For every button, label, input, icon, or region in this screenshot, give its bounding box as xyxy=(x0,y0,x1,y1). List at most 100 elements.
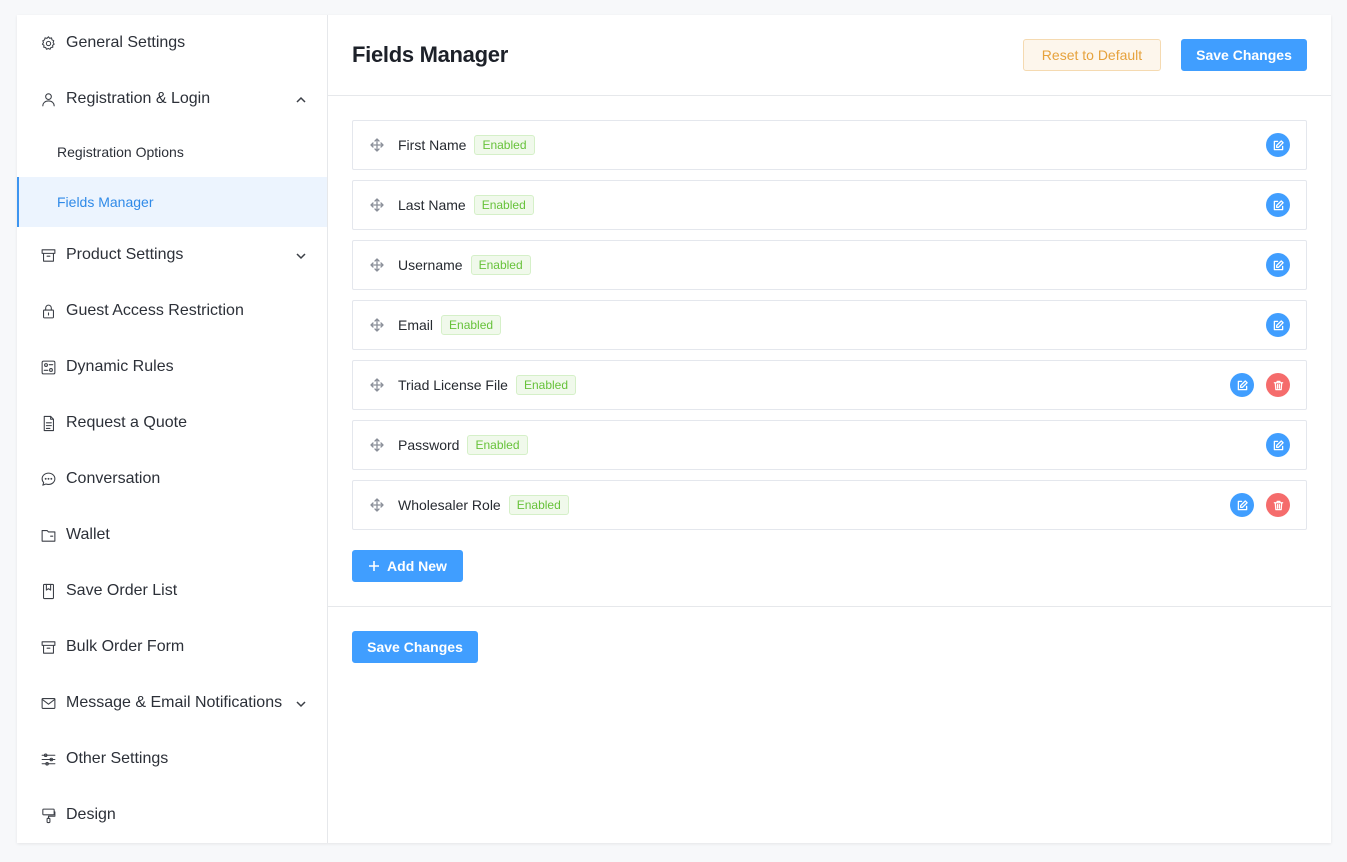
sidebar-item-conversation[interactable]: Conversation xyxy=(17,451,327,507)
chevron-down-icon[interactable] xyxy=(295,697,307,709)
trash-icon[interactable] xyxy=(1266,373,1290,397)
edit-icon[interactable] xyxy=(1266,253,1290,277)
sidebar-item-label: Dynamic Rules xyxy=(66,358,174,375)
edit-icon[interactable] xyxy=(1266,313,1290,337)
drag-handle-icon[interactable] xyxy=(370,438,384,452)
trash-icon[interactable] xyxy=(1266,493,1290,517)
sidebar-item-dynamic-rules[interactable]: Dynamic Rules xyxy=(17,339,327,395)
design-icon xyxy=(39,806,57,824)
field-row-username: Username Enabled xyxy=(352,240,1307,290)
edit-icon[interactable] xyxy=(1230,493,1254,517)
add-new-label: Add New xyxy=(387,558,447,574)
edit-icon[interactable] xyxy=(1266,433,1290,457)
add-new-button[interactable]: Add New xyxy=(352,550,463,582)
field-name: Wholesaler Role xyxy=(398,497,501,513)
sidebar-item-label: Request a Quote xyxy=(66,414,187,431)
row-actions xyxy=(1266,433,1290,457)
sidebar-item-other-settings[interactable]: Other Settings xyxy=(17,731,327,787)
drag-handle-icon[interactable] xyxy=(370,198,384,212)
sidebar-item-label: Message & Email Notifications xyxy=(66,694,283,711)
field-name: Password xyxy=(398,437,460,453)
row-actions xyxy=(1230,493,1290,517)
sidebar-item-registration-login[interactable]: Registration & Login xyxy=(17,71,327,127)
sidebar-item-request-a-quote[interactable]: Request a Quote xyxy=(17,395,327,451)
page-title: Fields Manager xyxy=(352,42,508,67)
sliders-icon xyxy=(39,750,57,768)
row-actions xyxy=(1230,373,1290,397)
user-icon xyxy=(39,90,57,108)
sidebar-item-label: Guest Access Restriction xyxy=(66,302,244,319)
drag-handle-icon[interactable] xyxy=(370,258,384,272)
status-badge: Enabled xyxy=(474,135,535,155)
bookmark-icon xyxy=(39,582,57,600)
plus-icon xyxy=(369,561,380,571)
sidebar-subitem-registration-options[interactable]: Registration Options xyxy=(17,127,327,177)
status-badge: Enabled xyxy=(515,375,577,395)
lock-icon xyxy=(39,302,57,320)
sidebar-item-label: General Settings xyxy=(66,34,186,51)
field-row-triad-license-file: Triad License File Enabled xyxy=(352,360,1307,410)
row-actions xyxy=(1266,253,1290,277)
row-actions xyxy=(1266,133,1290,157)
sidebar-item-general-settings[interactable]: General Settings xyxy=(17,15,327,71)
sidebar-item-guest-access-restriction[interactable]: Guest Access Restriction xyxy=(17,283,327,339)
sidebar-item-bulk-order-form[interactable]: Bulk Order Form xyxy=(17,619,327,675)
row-actions xyxy=(1266,193,1290,217)
row-actions xyxy=(1266,313,1290,337)
sidebar-subitem-fields-manager[interactable]: Fields Manager xyxy=(17,177,327,227)
sidebar: General Settings Registration & Login Re… xyxy=(17,15,328,843)
sidebar-subitem-label: Fields Manager xyxy=(57,194,154,210)
field-row-password: Password Enabled xyxy=(352,420,1307,470)
sidebar-item-save-order-list[interactable]: Save Order List xyxy=(17,563,327,619)
chevron-up-icon[interactable] xyxy=(295,93,307,105)
status-badge: Enabled xyxy=(473,195,534,215)
wallet-icon xyxy=(39,526,57,544)
edit-icon[interactable] xyxy=(1266,133,1290,157)
sidebar-item-label: Wallet xyxy=(66,526,110,543)
sidebar-item-label: Design xyxy=(66,806,116,823)
gear-icon xyxy=(39,34,57,52)
field-row-wholesaler-role: Wholesaler Role Enabled xyxy=(352,480,1307,530)
field-row-email: Email Enabled xyxy=(352,300,1307,350)
status-badge: Enabled xyxy=(441,315,502,335)
main-panel: Fields Manager Reset to Default Save Cha… xyxy=(328,15,1331,843)
field-name: Last Name xyxy=(398,197,466,213)
edit-icon[interactable] xyxy=(1230,373,1254,397)
drag-handle-icon[interactable] xyxy=(370,498,384,512)
status-badge: Enabled xyxy=(467,435,528,455)
drag-handle-icon[interactable] xyxy=(370,318,384,332)
archive-icon xyxy=(39,246,57,264)
sidebar-item-label: Bulk Order Form xyxy=(66,638,185,655)
rules-icon xyxy=(39,358,57,376)
sidebar-item-product-settings[interactable]: Product Settings xyxy=(17,227,327,283)
status-badge: Enabled xyxy=(508,495,569,515)
sidebar-item-label: Other Settings xyxy=(66,750,169,767)
field-name: Username xyxy=(398,257,463,273)
drag-handle-icon[interactable] xyxy=(370,378,384,392)
sidebar-item-label: Conversation xyxy=(66,470,161,487)
sidebar-item-message-email-notifications[interactable]: Message & Email Notifications xyxy=(17,675,327,731)
page-header: Fields Manager Reset to Default Save Cha… xyxy=(328,15,1331,96)
field-row-first-name: First Name Enabled xyxy=(352,120,1307,170)
field-name: Email xyxy=(398,317,434,333)
chevron-down-icon[interactable] xyxy=(295,249,307,261)
sidebar-item-label: Registration & Login xyxy=(66,90,211,107)
edit-icon[interactable] xyxy=(1266,193,1290,217)
section-divider xyxy=(328,606,1331,607)
sidebar-item-label: Save Order List xyxy=(66,582,178,599)
chat-icon xyxy=(39,470,57,488)
field-name: First Name xyxy=(398,137,467,153)
sidebar-item-wallet[interactable]: Wallet xyxy=(17,507,327,563)
document-icon xyxy=(39,414,57,432)
sidebar-subitem-label: Registration Options xyxy=(57,144,184,160)
field-row-last-name: Last Name Enabled xyxy=(352,180,1307,230)
save-changes-button[interactable]: Save Changes xyxy=(1181,39,1307,71)
sidebar-item-design[interactable]: Design xyxy=(17,787,327,843)
reset-to-default-button[interactable]: Reset to Default xyxy=(1023,39,1161,71)
sidebar-item-label: Product Settings xyxy=(66,246,184,263)
drag-handle-icon[interactable] xyxy=(370,138,384,152)
mail-icon xyxy=(39,694,57,712)
save-changes-bottom-button[interactable]: Save Changes xyxy=(352,631,478,663)
app-frame: General Settings Registration & Login Re… xyxy=(17,15,1331,843)
box-icon xyxy=(39,638,57,656)
